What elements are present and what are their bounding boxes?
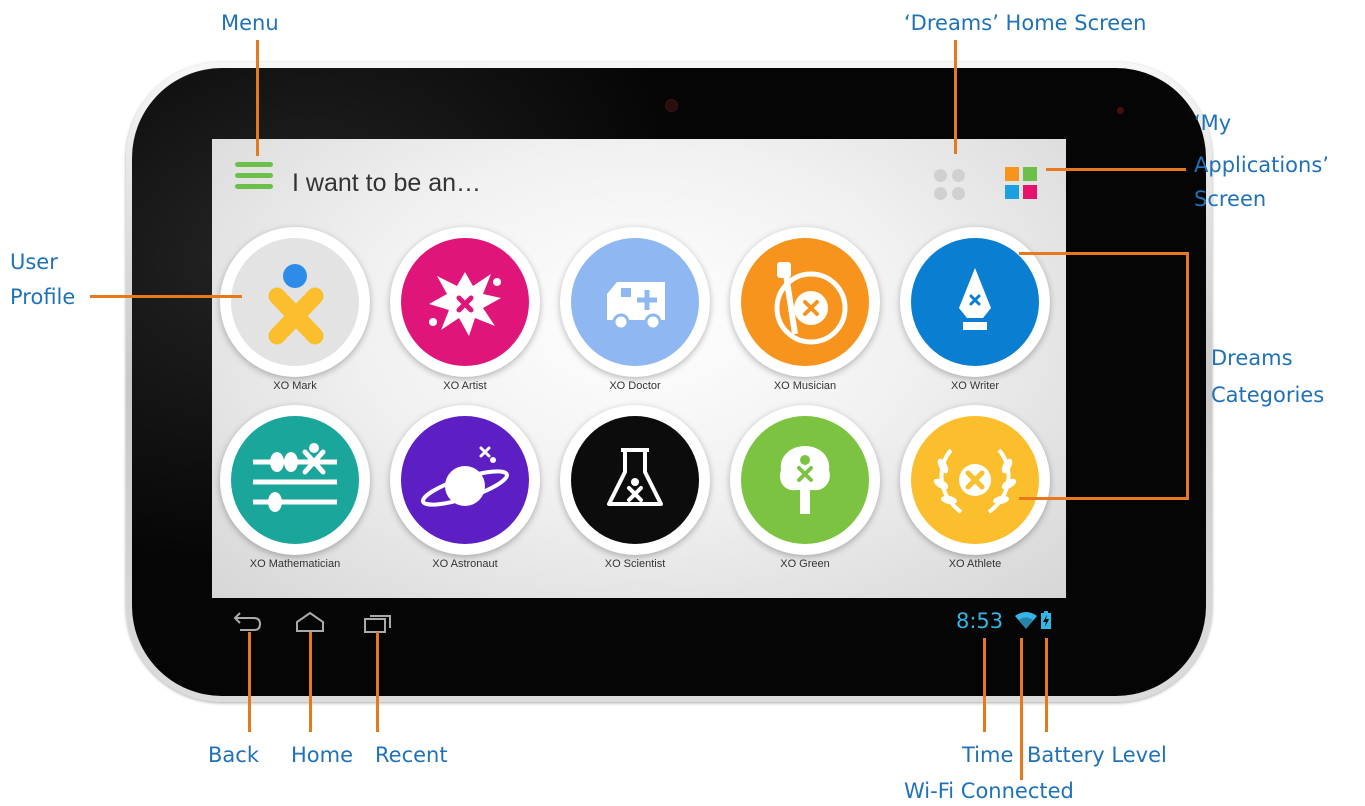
annotation-wifi-connected: Wi-Fi Connected [904,779,1074,803]
dreams-home-callout-line [954,40,957,154]
category-label: XO Mark [273,380,317,392]
dreams-dot-icon [934,169,947,182]
dreams-dot-icon [952,187,965,200]
dreams-dot-icon [952,169,965,182]
category-tile-xo-athlete[interactable]: XO Athlete [900,405,1050,570]
pen-nib-icon [911,238,1039,366]
annotation-home: Home [291,743,354,767]
annotation-my-applications-3: Screen [1194,187,1267,211]
category-tile-xo-mark[interactable]: XO Mark [220,227,370,392]
front-camera [665,99,678,112]
user-profile-callout-line [90,295,242,298]
dreams-home-button[interactable] [930,165,970,205]
categories-bracket-top [1019,252,1189,255]
battery-callout-line [1045,638,1048,732]
category-label: XO Artist [443,380,487,392]
annotation-my-applications-2: Applications’ [1194,153,1329,177]
category-tile-xo-mathematician[interactable]: XO Mathematician [220,405,370,570]
annotation-back: Back [208,743,259,767]
flask-icon [571,416,699,544]
planet-icon [401,416,529,544]
annotation-dreams-home-screen: ‘Dreams’ Home Screen [904,11,1147,35]
annotation-time: Time [962,743,1014,767]
wifi-callout-line [1020,638,1023,780]
annotation-user-profile-2: Profile [10,285,76,309]
category-tile-xo-writer[interactable]: XO Writer [900,227,1050,392]
app-grid-square-blue [1005,185,1019,199]
annotation-dreams-categories-1: Dreams [1211,346,1293,370]
menu-callout-line [256,40,259,156]
home-callout-line [309,632,312,732]
system-nav-bar: 8:53 [212,598,1066,648]
menu-icon-bar [235,173,273,178]
battery-charging-icon [1041,611,1051,634]
time-callout-line [983,638,986,732]
status-time: 8:53 [956,609,1004,633]
dreams-dot-icon [934,187,947,200]
laurel-wreath-icon [911,416,1039,544]
recent-callout-line [376,632,379,732]
annotation-my-applications-1: ‘My [1194,111,1232,135]
category-tile-xo-scientist[interactable]: XO Scientist [560,405,710,570]
app-grid-square-orange [1005,167,1019,181]
category-label: XO Scientist [604,558,666,570]
sensor-light [1117,107,1124,114]
xo-user-icon [231,238,359,366]
menu-icon-bar [235,184,273,189]
category-tile-xo-artist[interactable]: XO Artist [390,227,540,392]
annotation-user-profile-1: User [10,250,58,274]
app-grid-square-pink [1023,185,1037,199]
my-applications-callout-line [1046,168,1186,171]
category-label: XO Musician [773,380,837,392]
category-label: XO Athlete [948,558,1002,570]
category-label: XO Writer [950,380,1000,392]
categories-bracket-bottom [1019,497,1189,500]
wifi-icon [1015,612,1037,635]
guitar-icon [741,238,869,366]
paint-splash-icon [401,238,529,366]
back-icon[interactable] [230,610,262,639]
category-tile-xo-astronaut[interactable]: XO Astronaut [390,405,540,570]
app-screen: I want to be an… XO Mark XO Artist XO Do… [212,139,1066,598]
categories-bracket-side [1186,252,1189,500]
tree-icon [741,416,869,544]
menu-icon-bar [235,162,273,167]
category-label: XO Doctor [609,380,661,392]
annotation-menu: Menu [221,11,279,35]
menu-button[interactable] [230,159,280,199]
app-grid-square-green [1023,167,1037,181]
my-applications-button[interactable] [1002,163,1044,203]
category-label: XO Green [780,558,830,570]
annotation-dreams-categories-2: Categories [1211,383,1325,407]
annotation-battery-level: Battery Level [1027,743,1167,767]
category-label: XO Astronaut [432,558,498,570]
abacus-icon [231,416,359,544]
page-title: I want to be an… [292,169,482,197]
category-tile-xo-musician[interactable]: XO Musician [730,227,880,392]
back-callout-line [248,632,251,732]
annotation-recent: Recent [375,743,448,767]
category-label: XO Mathematician [249,558,341,570]
category-tile-xo-green[interactable]: XO Green [730,405,880,570]
category-tile-xo-doctor[interactable]: XO Doctor [560,227,710,392]
ambulance-icon [571,238,699,366]
